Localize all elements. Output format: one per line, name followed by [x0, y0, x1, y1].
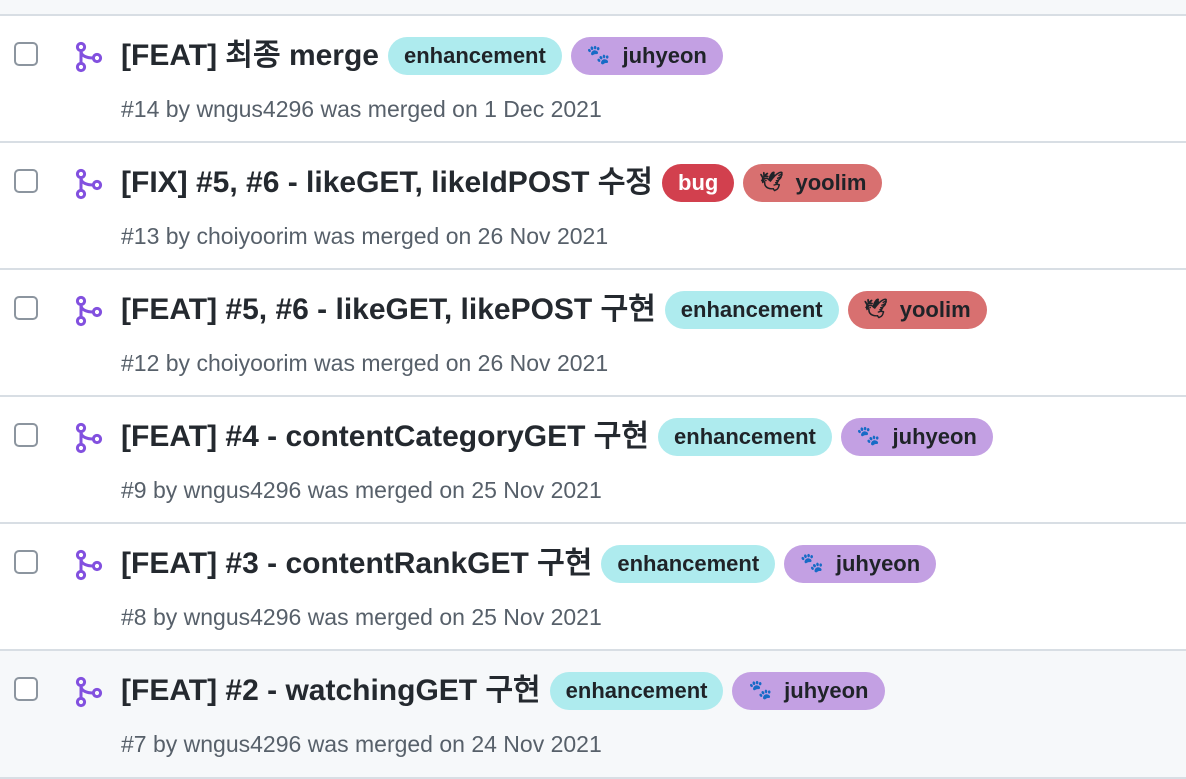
- pr-title-line: [FEAT] 최종 merge enhancement 🐾 juhyeon: [121, 37, 723, 75]
- pull-request-row: [FEAT] #4 - contentCategoryGET 구현 enhanc…: [0, 397, 1186, 524]
- pr-title-line: [FEAT] #2 - watchingGET 구현 enhancement 🐾…: [121, 672, 885, 710]
- pr-meta: #7 by wngus4296 was merged on 24 Nov 202…: [121, 731, 602, 757]
- pull-request-list: [FEAT] 최종 merge enhancement 🐾 juhyeon #14…: [0, 0, 1186, 779]
- label-enhancement[interactable]: enhancement: [658, 418, 832, 456]
- paw-prints-icon: 🐾: [856, 426, 881, 447]
- merged-pr-icon: [75, 422, 103, 454]
- label-juhyeon[interactable]: 🐾 juhyeon: [570, 37, 723, 75]
- label-text: enhancement: [565, 678, 708, 703]
- label-enhancement[interactable]: enhancement: [388, 37, 562, 75]
- label-text: juhyeon: [835, 551, 921, 576]
- dove-icon: 🕊: [759, 172, 784, 193]
- pr-title-link[interactable]: [FEAT] #5, #6 - likeGET, likePOST 구현: [121, 291, 656, 329]
- label-text: enhancement: [404, 43, 546, 68]
- label-text: enhancement: [680, 297, 823, 322]
- label-bug[interactable]: bug: [662, 164, 735, 202]
- pr-title-line: [FEAT] #3 - contentRankGET 구현 enhancemen…: [121, 545, 937, 583]
- merged-pr-icon: [75, 41, 103, 73]
- pr-title-line: [FEAT] #4 - contentCategoryGET 구현 enhanc…: [121, 418, 993, 456]
- merged-pr-icon: [75, 168, 103, 200]
- label-text: enhancement: [674, 424, 816, 449]
- pr-title-link[interactable]: [FEAT] #4 - contentCategoryGET 구현: [121, 418, 649, 456]
- pull-request-row: [FEAT] #5, #6 - likeGET, likePOST 구현 enh…: [0, 270, 1186, 397]
- label-yoolim[interactable]: 🕊 yoolim: [743, 164, 883, 202]
- list-header-strip: [0, 0, 1186, 16]
- row-select-checkbox[interactable]: [14, 423, 38, 447]
- pr-title-link[interactable]: [FEAT] #2 - watchingGET 구현: [121, 672, 541, 710]
- merged-pr-icon: [75, 295, 103, 327]
- label-text: yoolim: [899, 297, 971, 322]
- pr-title-link[interactable]: [FEAT] #3 - contentRankGET 구현: [121, 545, 592, 583]
- label-yoolim[interactable]: 🕊 yoolim: [847, 291, 987, 329]
- label-text: juhyeon: [784, 678, 869, 703]
- label-juhyeon[interactable]: 🐾 juhyeon: [732, 672, 885, 710]
- pr-meta: #9 by wngus4296 was merged on 25 Nov 202…: [121, 477, 602, 503]
- pr-meta: #14 by wngus4296 was merged on 1 Dec 202…: [121, 96, 602, 122]
- pull-request-row: [FIX] #5, #6 - likeGET, likeIdPOST 수정 bu…: [0, 143, 1186, 270]
- label-text: bug: [678, 170, 719, 195]
- merged-pr-icon: [75, 676, 103, 708]
- label-text: juhyeon: [622, 43, 707, 68]
- pr-title-link[interactable]: [FIX] #5, #6 - likeGET, likeIdPOST 수정: [121, 164, 653, 202]
- label-text: enhancement: [617, 551, 760, 576]
- pr-title-line: [FIX] #5, #6 - likeGET, likeIdPOST 수정 bu…: [121, 164, 883, 202]
- pull-request-row: [FEAT] #2 - watchingGET 구현 enhancement 🐾…: [0, 651, 1186, 779]
- pr-title-link[interactable]: [FEAT] 최종 merge: [121, 37, 379, 75]
- paw-prints-icon: 🐾: [586, 45, 611, 66]
- label-enhancement[interactable]: enhancement: [601, 545, 776, 583]
- merged-pr-icon: [75, 549, 103, 581]
- pr-title-line: [FEAT] #5, #6 - likeGET, likePOST 구현 enh…: [121, 291, 987, 329]
- row-select-checkbox[interactable]: [14, 550, 38, 574]
- label-enhancement[interactable]: enhancement: [664, 291, 839, 329]
- pull-request-row: [FEAT] #3 - contentRankGET 구현 enhancemen…: [0, 524, 1186, 651]
- pr-meta: #13 by choiyoorim was merged on 26 Nov 2…: [121, 223, 609, 249]
- label-text: yoolim: [795, 170, 867, 195]
- row-select-checkbox[interactable]: [14, 296, 38, 320]
- paw-prints-icon: 🐾: [800, 553, 824, 574]
- paw-prints-icon: 🐾: [748, 680, 773, 701]
- label-juhyeon[interactable]: 🐾 juhyeon: [784, 545, 937, 583]
- label-enhancement[interactable]: enhancement: [549, 672, 724, 710]
- label-text: juhyeon: [892, 424, 977, 449]
- row-select-checkbox[interactable]: [14, 42, 38, 66]
- pr-meta: #12 by choiyoorim was merged on 26 Nov 2…: [121, 350, 609, 376]
- dove-icon: 🕊: [863, 299, 888, 320]
- row-select-checkbox[interactable]: [14, 169, 38, 193]
- pull-request-row: [FEAT] 최종 merge enhancement 🐾 juhyeon #14…: [0, 16, 1186, 143]
- label-juhyeon[interactable]: 🐾 juhyeon: [840, 418, 993, 456]
- pr-meta: #8 by wngus4296 was merged on 25 Nov 202…: [121, 604, 602, 630]
- row-select-checkbox[interactable]: [14, 677, 38, 701]
